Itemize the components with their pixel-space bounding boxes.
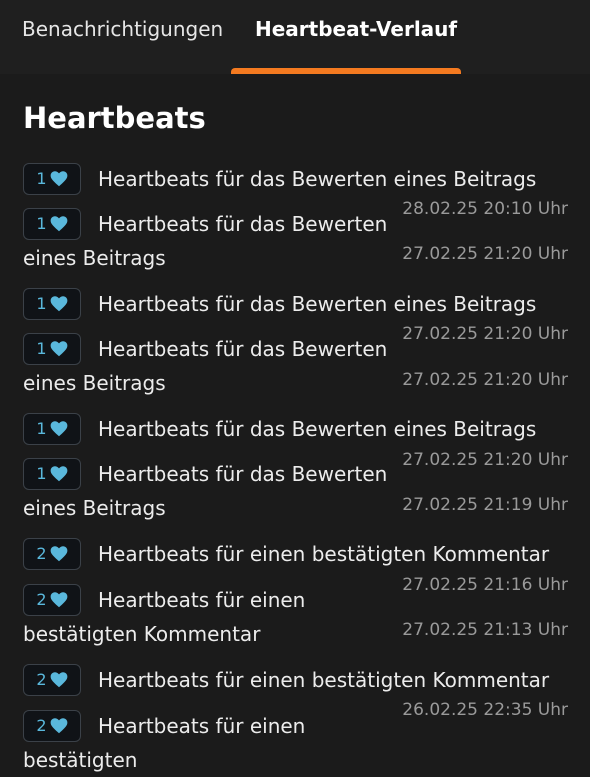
list-item: 1 Heartbeats für das Bewerten eines Beit…: [23, 458, 413, 525]
entry-text: Heartbeats für das Bewerten eines Beitra…: [98, 167, 537, 191]
entry-text: Heartbeats für das Bewerten eines Beitra…: [98, 417, 537, 441]
heartbeat-count: 2: [36, 590, 47, 609]
entry-text: Heartbeats für das Bewerten eines Beitra…: [98, 292, 537, 316]
list-item: 1 Heartbeats für das Bewerten eines Beit…: [23, 333, 413, 400]
timestamp: 26.02.25 22:35 Uhr: [402, 700, 568, 720]
entry-text: Heartbeats für das Bewerten eines Beitra…: [23, 337, 388, 395]
timestamp: 27.02.25 21:20 Uhr: [402, 324, 568, 344]
entry-text: Heartbeats für das Bewerten eines Beitra…: [23, 462, 388, 520]
list-item: 1 Heartbeats für das Bewerten eines Beit…: [23, 413, 568, 446]
entry-text: Heartbeats für einen bestätigten Komment…: [98, 668, 550, 692]
heartbeat-badge: 1: [23, 163, 81, 195]
heartbeat-badge: 1: [23, 288, 81, 320]
list-item: 2 Heartbeats für einen bestätigten Komme…: [23, 584, 413, 651]
heartbeat-count: 1: [36, 294, 47, 313]
heart-icon: [50, 216, 67, 232]
timestamp: 27.02.25 21:13 Uhr: [402, 620, 568, 640]
heartbeat-count: 1: [36, 464, 47, 483]
heartbeat-count: 2: [36, 544, 47, 563]
timestamp: 27.02.25 21:20 Uhr: [402, 450, 568, 470]
list-item: 1 Heartbeats für das Bewerten eines Beit…: [23, 208, 413, 275]
entry-text: Heartbeats für das Bewerten eines Beitra…: [23, 212, 388, 270]
heartbeat-count: 2: [36, 670, 47, 689]
list-item: 1 Heartbeats für das Bewerten eines Beit…: [23, 288, 568, 321]
list-item: 2 Heartbeats für einen bestätigten Komme…: [23, 538, 568, 571]
heartbeat-badge: 2: [23, 538, 81, 570]
heartbeat-list: 1 Heartbeats für das Bewerten eines Beit…: [0, 0, 590, 772]
heart-icon: [50, 171, 67, 187]
heartbeat-badge: 1: [23, 208, 81, 240]
heartbeat-count: 1: [36, 214, 47, 233]
heartbeat-badge: 2: [23, 710, 81, 742]
timestamp: 28.02.25 20:10 Uhr: [402, 199, 568, 219]
timestamp: 27.02.25 21:20 Uhr: [402, 244, 568, 264]
heartbeat-count: 1: [36, 169, 47, 188]
heartbeat-badge: 2: [23, 664, 81, 696]
heartbeat-badge: 1: [23, 333, 81, 365]
entry-text: Heartbeats für einen bestätigten: [23, 714, 306, 772]
heart-icon: [50, 718, 67, 734]
heartbeat-badge: 2: [23, 584, 81, 616]
list-item: 1 Heartbeats für das Bewerten eines Beit…: [23, 163, 568, 196]
heart-icon: [50, 592, 67, 608]
heartbeat-count: 1: [36, 339, 47, 358]
entry-text: Heartbeats für einen bestätigten Komment…: [23, 588, 306, 646]
list-item: 2 Heartbeats für einen bestätigten: [23, 710, 413, 777]
heart-icon: [50, 546, 67, 562]
heartbeat-count: 1: [36, 419, 47, 438]
heart-icon: [50, 466, 67, 482]
heartbeat-badge: 1: [23, 413, 81, 445]
heartbeat-badge: 1: [23, 458, 81, 490]
timestamp: 27.02.25 21:19 Uhr: [402, 495, 568, 515]
heartbeat-count: 2: [36, 716, 47, 735]
heart-icon: [50, 421, 67, 437]
list-item: 2 Heartbeats für einen bestätigten Komme…: [23, 664, 568, 697]
timestamp: 27.02.25 21:20 Uhr: [402, 370, 568, 390]
entry-text: Heartbeats für einen bestätigten Komment…: [98, 542, 550, 566]
heart-icon: [50, 341, 67, 357]
heart-icon: [50, 296, 67, 312]
heart-icon: [50, 672, 67, 688]
timestamp: 27.02.25 21:16 Uhr: [402, 575, 568, 595]
